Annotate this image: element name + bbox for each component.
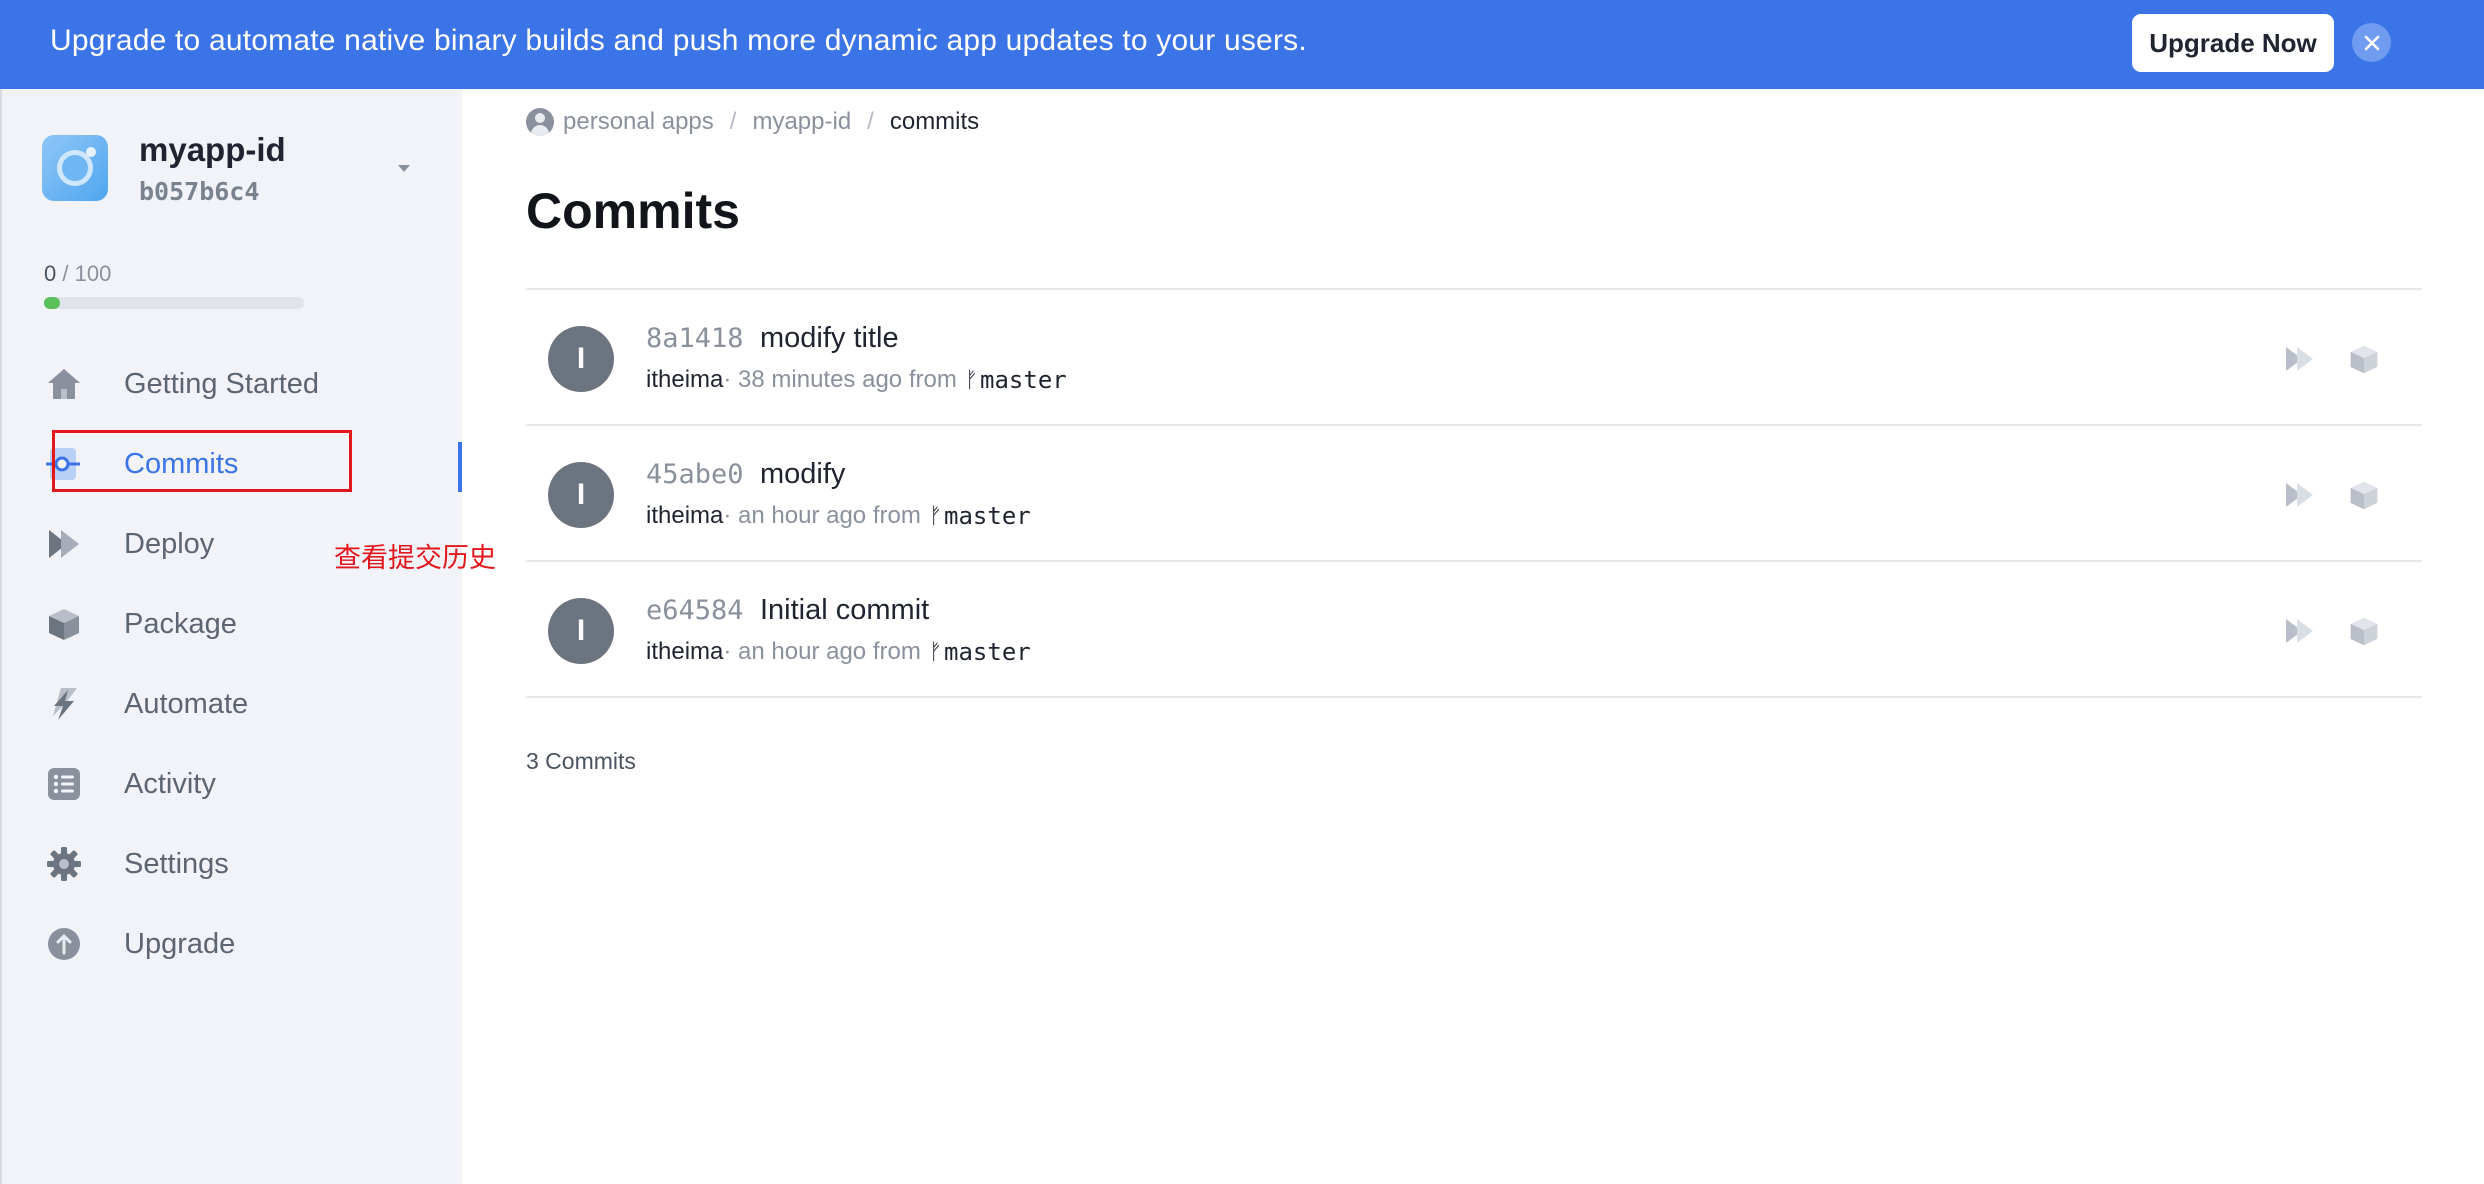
breadcrumb: personal apps / myapp-id / commits	[526, 108, 979, 136]
commit-author: itheima	[646, 502, 724, 529]
table-row[interactable]: I 45abe0 modify itheima · an hour ago fr…	[526, 426, 2422, 562]
sidebar-item-label: Getting Started	[124, 367, 320, 400]
activity-icon	[42, 762, 86, 806]
app-id: b057b6c4	[139, 177, 260, 206]
commit-message[interactable]: Initial commit	[760, 594, 929, 627]
commit-time: · an hour ago from	[723, 638, 921, 665]
deploy-commit-button[interactable]	[2280, 339, 2320, 379]
automate-icon	[42, 682, 86, 726]
sidebar-item-upgrade[interactable]: Upgrade	[42, 914, 422, 974]
branch-icon: ᚠ	[928, 639, 943, 664]
commit-sha[interactable]: 45abe0	[646, 459, 744, 490]
commit-message[interactable]: modify	[760, 458, 845, 491]
table-row[interactable]: I e64584 Initial commit itheima · an hou…	[526, 562, 2422, 698]
breadcrumb-app[interactable]: myapp-id	[752, 108, 851, 136]
annotation-text: 查看提交历史	[334, 543, 496, 573]
commit-time: · 38 minutes ago from	[723, 366, 957, 393]
deploy-commit-button[interactable]	[2280, 475, 2320, 515]
commit-count: 3 Commits	[526, 748, 636, 774]
sidebar-item-label: Activity	[124, 767, 216, 800]
breadcrumb-separator: /	[729, 108, 737, 135]
package-commit-button[interactable]	[2344, 475, 2384, 515]
chevron-down-icon[interactable]	[398, 165, 410, 172]
sidebar-item-settings[interactable]: Settings	[42, 834, 422, 894]
usage-progress-fill	[44, 297, 60, 309]
package-commit-button[interactable]	[2344, 339, 2384, 379]
commit-branch: master	[980, 366, 1067, 394]
upgrade-icon	[42, 922, 86, 966]
home-icon	[42, 362, 86, 406]
commit-list: I 8a1418 modify title itheima · 38 minut…	[526, 288, 2422, 698]
sidebar-item-label: Automate	[124, 687, 249, 720]
package-icon	[42, 602, 86, 646]
usage-counter: 0 / 100	[44, 261, 111, 287]
annotation-highlight-box	[52, 430, 352, 492]
deploy-icon	[42, 522, 86, 566]
settings-icon	[42, 842, 86, 886]
commit-branch: master	[944, 638, 1031, 666]
app-icon	[42, 135, 108, 201]
commit-author: itheima	[646, 366, 724, 393]
page-title: Commits	[526, 183, 740, 239]
sidebar-item-label: Upgrade	[124, 927, 236, 960]
upgrade-banner: Upgrade to automate native binary builds…	[0, 0, 2484, 89]
banner-text: Upgrade to automate native binary builds…	[50, 24, 1307, 57]
breadcrumb-personal-apps[interactable]: personal apps	[563, 108, 714, 136]
package-commit-button[interactable]	[2344, 611, 2384, 651]
close-icon[interactable]	[2352, 23, 2391, 62]
branch-icon: ᚠ	[928, 503, 943, 528]
usage-current: 0	[44, 261, 57, 286]
breadcrumb-current: commits	[889, 108, 980, 135]
commit-meta: itheima · an hour ago from ᚠ master	[646, 638, 1031, 666]
user-avatar-icon	[526, 108, 554, 136]
sidebar-item-getting-started[interactable]: Getting Started	[42, 354, 422, 414]
commit-sha[interactable]: 8a1418	[646, 323, 744, 354]
sidebar-item-package[interactable]: Package	[42, 594, 422, 654]
branch-icon: ᚠ	[964, 367, 979, 392]
deploy-commit-button[interactable]	[2280, 611, 2320, 651]
commit-meta: itheima · an hour ago from ᚠ master	[646, 502, 1031, 530]
commit-meta: itheima · 38 minutes ago from ᚠ master	[646, 366, 1067, 394]
sidebar-item-label: Deploy	[124, 527, 215, 560]
usage-separator: /	[56, 261, 75, 286]
sidebar-item-label: Settings	[124, 847, 229, 880]
avatar: I	[548, 598, 614, 664]
commit-message[interactable]: modify title	[760, 322, 899, 355]
table-row[interactable]: I 8a1418 modify title itheima · 38 minut…	[526, 290, 2422, 426]
commit-author: itheima	[646, 638, 724, 665]
commit-sha[interactable]: e64584	[646, 595, 744, 626]
sidebar: myapp-id b057b6c4 0 / 100 Getting Starte…	[0, 89, 462, 1184]
avatar: I	[548, 326, 614, 392]
sidebar-item-automate[interactable]: Automate	[42, 674, 422, 734]
avatar: I	[548, 462, 614, 528]
commit-branch: master	[944, 502, 1031, 530]
upgrade-now-button[interactable]: Upgrade Now	[2132, 14, 2334, 72]
commit-time: · an hour ago from	[723, 502, 921, 529]
breadcrumb-separator: /	[867, 108, 874, 135]
app-name[interactable]: myapp-id	[139, 131, 286, 169]
sidebar-item-label: Package	[124, 607, 237, 640]
usage-progress-bar	[44, 297, 304, 309]
active-nav-indicator	[458, 442, 462, 492]
usage-limit: 100	[74, 261, 112, 286]
sidebar-item-activity[interactable]: Activity	[42, 754, 422, 814]
